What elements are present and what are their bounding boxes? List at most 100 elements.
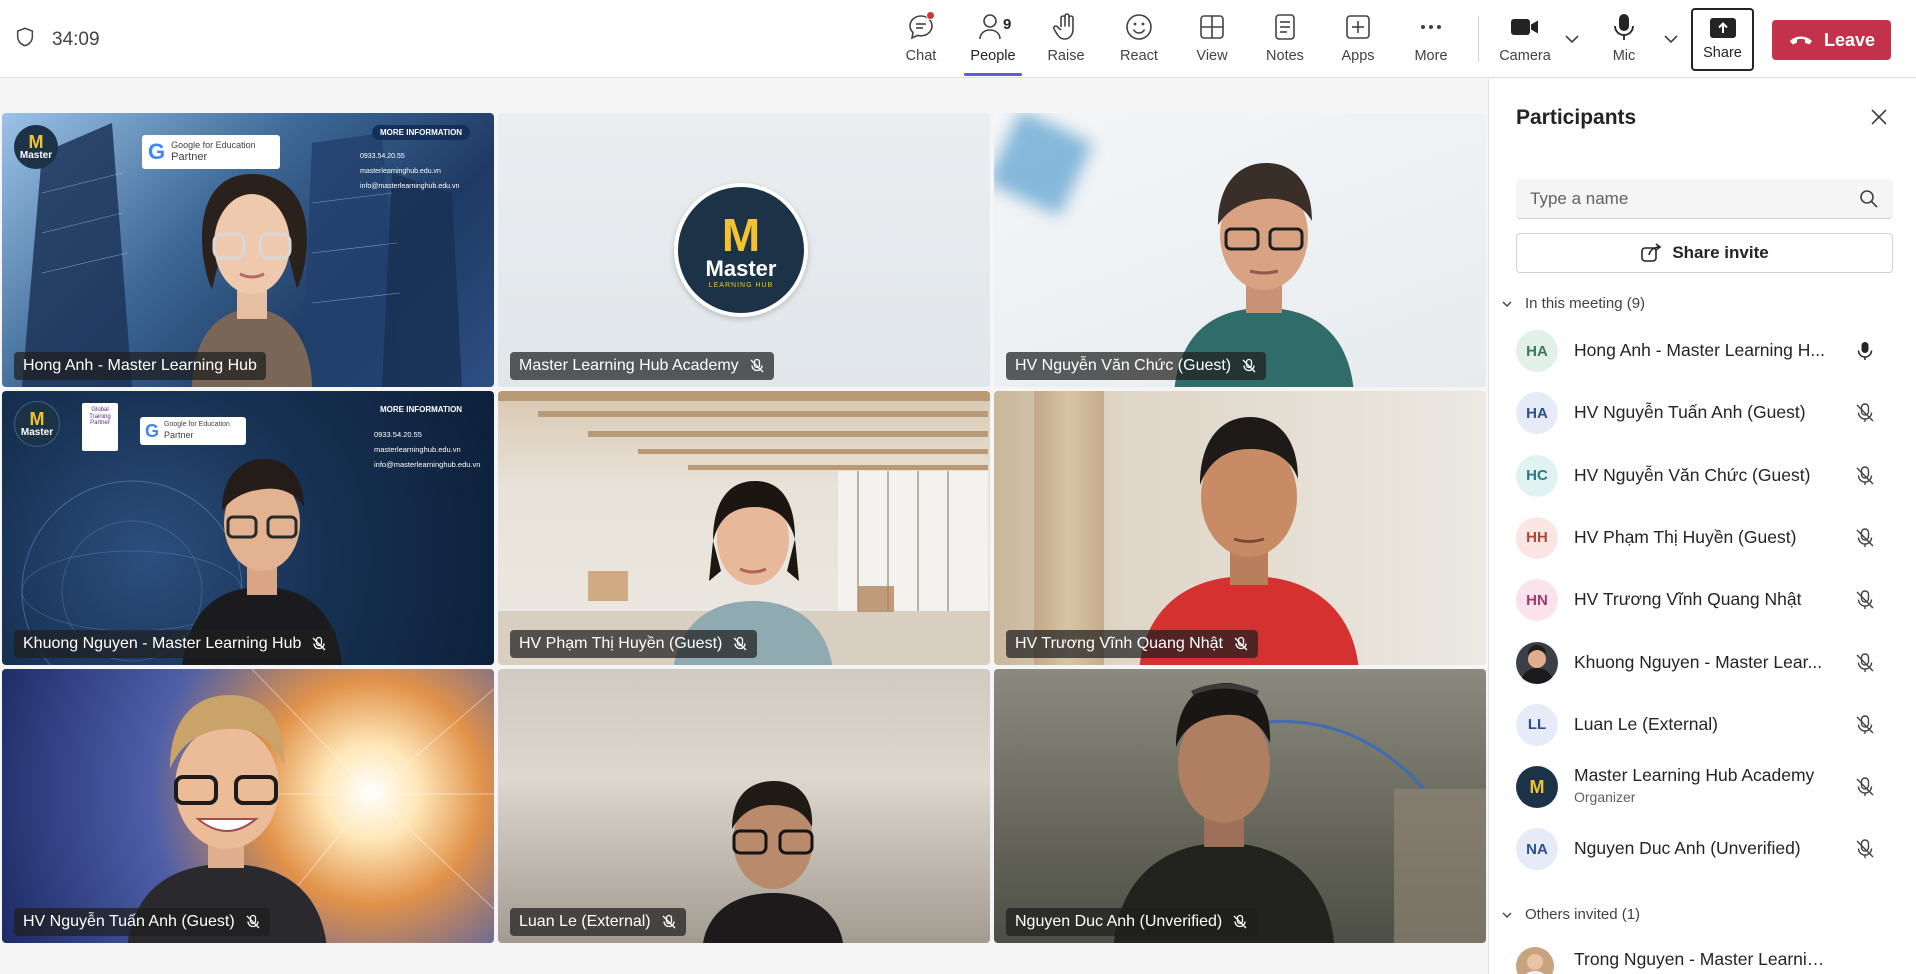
avatar-initials: HA [1526,342,1548,360]
mic-off-icon[interactable] [1854,465,1876,487]
participant-row[interactable]: HA Hong Anh - Master Learning H... [1489,320,1916,382]
blurred-object [994,113,1094,217]
participant-name: HV Nguyễn Tuấn Anh (Guest) [23,913,235,930]
participant-name: Master Learning Hub Academy [519,357,739,374]
camera-button[interactable]: Camera [1490,10,1560,70]
participant-row[interactable]: Khuong Nguyen - Master Lear... [1489,632,1916,694]
people-label: People [970,48,1016,64]
participant-name: HV Trương Vĩnh Quang Nhật [1015,635,1223,652]
participant-name: HV Nguyễn Văn Chức (Guest) [1574,464,1811,485]
participant-name: HV Phạm Thị Huyền (Guest) [1574,526,1797,547]
camera-options-chevron-icon[interactable] [1563,30,1581,48]
close-icon [1871,109,1887,125]
video-tile-truong-vinh-quang-nhat[interactable]: HV Trương Vĩnh Quang Nhật [994,391,1486,665]
participant-row[interactable]: HA HV Nguyễn Tuấn Anh (Guest) [1489,382,1916,444]
raise-hand-button[interactable]: Raise [1031,10,1101,70]
participant-row[interactable]: HC HV Nguyễn Văn Chức (Guest) [1489,445,1916,507]
video-tile-nguyen-tuan-anh[interactable]: HV Nguyễn Tuấn Anh (Guest) [2,669,494,943]
participant-name: Luan Le (External) [519,913,651,930]
active-tab-indicator [964,73,1022,76]
participant-nametag: Hong Anh - Master Learning Hub [14,352,266,380]
share-invite-label: Share invite [1672,243,1769,262]
meeting-toolbar: 34:09 Chat 9 People Raise React View Not… [0,0,1916,78]
video-tile-master-learning-hub-academy[interactable]: M Master LEARNING HUB Master Learning Hu… [498,113,990,387]
grid-view-icon [1195,10,1229,44]
avatar [1516,641,1558,684]
mic-off-icon[interactable] [1854,589,1876,611]
meeting-timer: 34:09 [52,28,100,50]
chevron-down-icon [1502,301,1512,307]
meeting-info: 34:09 [14,26,100,53]
search-input[interactable] [1530,188,1859,209]
people-button[interactable]: 9 People [958,10,1028,76]
participant-nametag: HV Nguyễn Văn Chức (Guest) [1006,352,1267,380]
react-button[interactable]: React [1104,10,1174,70]
view-button[interactable]: View [1177,10,1247,70]
mic-off-icon[interactable] [1854,402,1876,424]
share-invite-button[interactable]: Share invite [1516,233,1893,273]
more-dots-icon [1414,10,1448,44]
mic-on-icon[interactable] [1854,340,1876,362]
more-button[interactable]: More [1396,10,1466,70]
mic-off-icon[interactable] [1854,838,1876,860]
video-tile-pham-thi-huyen[interactable]: HV Phạm Thị Huyền (Guest) [498,391,990,665]
participant-row[interactable]: NA Nguyen Duc Anh (Unverified) [1489,818,1916,880]
video-tile-khuong-nguyen[interactable]: M Master Global Training Partner G Google… [2,391,494,665]
mic-off-icon[interactable] [1854,776,1876,798]
notification-dot [926,11,935,20]
person-photo-icon [1525,954,1545,974]
mic-off-icon[interactable] [1854,714,1876,736]
others-invited-section-header[interactable]: Others invited (1) [1501,906,1640,923]
mic-off-icon[interactable] [1854,652,1876,674]
participant-nametag: HV Nguyễn Tuấn Anh (Guest) [14,908,270,936]
chat-button[interactable]: Chat [886,10,956,70]
chevron-down-icon [1502,912,1512,918]
participant-nametag: Khuong Nguyen - Master Learning Hub [14,630,337,658]
mic-off-icon[interactable] [1854,527,1876,549]
participant-name: HV Nguyễn Tuấn Anh (Guest) [1574,402,1806,423]
participant-name: Luan Le (External) [1574,713,1718,734]
search-icon[interactable] [1859,189,1879,209]
notes-button[interactable]: Notes [1250,10,1320,70]
people-icon: 9 [976,10,1011,44]
smiley-icon [1122,10,1156,44]
avatar-initials: HN [1526,591,1548,609]
avatar-initials: HH [1526,529,1548,547]
mic-off-icon [750,358,764,373]
in-meeting-section-header[interactable]: In this meeting (9) [1501,295,1645,312]
mic-options-chevron-icon[interactable] [1662,30,1680,48]
video-tile-nguyen-duc-anh[interactable]: Nguyen Duc Anh (Unverified) [994,669,1486,943]
share-tray-icon [1709,18,1736,38]
google-g-icon: G [145,420,160,441]
video-tile-nguyen-van-chuc[interactable]: HV Nguyễn Văn Chức (Guest) [994,113,1486,387]
contact-info: 0933.54.20.55 masterlearninghub.edu.vn inf… [360,153,460,190]
more-info-banner: MORE INFORMATION [372,125,471,140]
apps-button[interactable]: Apps [1323,10,1393,70]
invited-participant-row[interactable]: Trong Nguyen - Master Learning ... [1489,937,1916,974]
video-tile-luan-le[interactable]: Luan Le (External) [498,669,990,943]
more-info-banner: MORE INFORMATION [380,405,463,414]
participant-video-truong-vinh-quang-nhat [1139,417,1359,665]
participant-row[interactable]: HH HV Phạm Thị Huyền (Guest) [1489,507,1916,569]
participant-role: Organizer [1574,789,1636,806]
mic-off-icon [246,914,260,929]
leave-button[interactable]: Leave [1772,20,1891,60]
avatar: M [1516,766,1558,809]
close-panel-button[interactable] [1865,103,1893,131]
participant-row[interactable]: HN HV Trương Vĩnh Quang Nhật [1489,569,1916,631]
mic-button[interactable]: Mic [1589,10,1659,70]
participant-row[interactable]: M Master Learning Hub Academy Organizer [1489,756,1916,818]
shield-icon[interactable] [14,26,36,53]
participant-row[interactable]: LL Luan Le (External) [1489,694,1916,756]
participant-search [1516,179,1893,219]
avatar-initials: HC [1526,467,1548,485]
mic-off-icon [312,636,326,651]
participant-nametag: Luan Le (External) [510,908,686,936]
participant-name: Nguyen Duc Anh (Unverified) [1015,913,1223,930]
avatar [1516,947,1554,974]
share-screen-button[interactable]: Share [1691,8,1754,71]
logo-m-icon: M [721,208,761,261]
mic-off-icon [1234,636,1248,651]
participant-name: Khuong Nguyen - Master Lear... [1574,651,1823,672]
video-tile-hong-anh[interactable]: M Master G Google for Education Partner MO… [2,113,494,387]
